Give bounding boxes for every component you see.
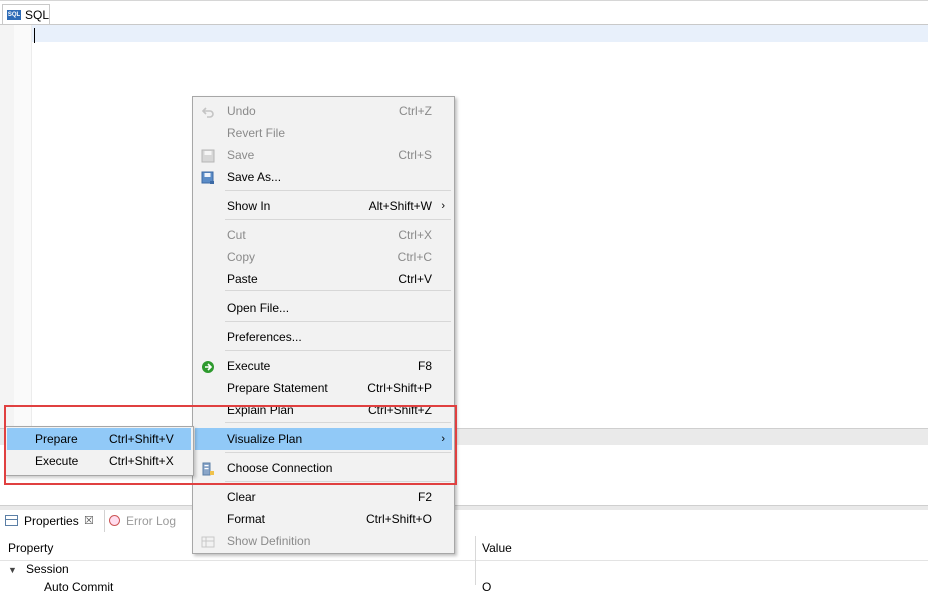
menu-item-prepare-statement[interactable]: Prepare Statement Ctrl+Shift+P — [195, 377, 452, 399]
menu-item-label: Undo — [227, 104, 256, 118]
menu-item-revert-file: Revert File — [195, 122, 452, 144]
menu-item-label: Preferences... — [227, 330, 302, 344]
submenu-item-execute[interactable]: Execute Ctrl+Shift+X — [7, 450, 191, 472]
menu-item-shortcut: F8 — [417, 359, 432, 373]
menu-item-label: Save As... — [227, 170, 282, 184]
menu-separator — [225, 321, 451, 322]
menu-item-paste[interactable]: Paste Ctrl+V — [195, 268, 452, 290]
save-icon — [201, 148, 215, 163]
menu-item-label: Paste — [227, 272, 258, 286]
menu-item-format[interactable]: Format Ctrl+Shift+O — [195, 508, 452, 530]
tree-group-session[interactable]: ▼ Session — [8, 562, 69, 576]
menu-item-label: Save — [227, 148, 255, 162]
visualize-plan-submenu: Prepare Ctrl+Shift+V Execute Ctrl+Shift+X — [4, 426, 194, 476]
save-as-icon — [201, 170, 215, 184]
tab-error-log-label: Error Log — [126, 514, 177, 528]
tab-properties[interactable]: Properties ☒ — [0, 510, 105, 532]
menu-item-show-in[interactable]: Show In Alt+Shift+W › — [195, 195, 452, 217]
menu-item-clear[interactable]: Clear F2 — [195, 486, 452, 508]
menu-item-label: Open File... — [227, 301, 290, 315]
menu-item-save: Save Ctrl+S — [195, 144, 452, 166]
submenu-item-label: Prepare — [35, 432, 78, 446]
column-separator[interactable] — [475, 536, 476, 585]
menu-item-label: Revert File — [227, 126, 286, 140]
menu-item-shortcut: Ctrl+Z — [399, 104, 432, 118]
property-row-value: O — [482, 580, 492, 594]
menu-item-show-definition: Show Definition — [195, 530, 452, 552]
context-menu: Undo Ctrl+Z Revert File Save Ctrl+S Save As..… — [192, 96, 455, 554]
text-caret — [34, 28, 35, 43]
menu-item-label: Prepare Statement — [227, 381, 328, 395]
sql-file-icon: SQL — [7, 10, 21, 20]
connection-icon — [201, 461, 215, 476]
menu-item-execute[interactable]: Execute F8 — [195, 355, 452, 377]
menu-item-label: Visualize Plan — [227, 432, 303, 446]
property-row-label: Auto Commit — [44, 580, 114, 594]
column-header-value[interactable]: Value — [482, 541, 512, 555]
menu-item-label: Format — [227, 512, 266, 526]
overview-ruler — [0, 25, 14, 429]
properties-table-header: Property Value — [0, 538, 928, 561]
menu-item-copy: Copy Ctrl+C — [195, 246, 452, 268]
menu-item-save-as[interactable]: Save As... — [195, 166, 452, 188]
chevron-right-icon: › — [441, 200, 445, 212]
submenu-item-label: Execute — [35, 454, 79, 468]
menu-item-label: Choose Connection — [227, 461, 333, 475]
tab-properties-label: Properties — [24, 514, 79, 528]
properties-view: Properties ☒ Error Log Property Value ▼ S… — [0, 510, 928, 594]
tree-group-label: Session — [26, 562, 69, 576]
menu-item-label: Copy — [227, 250, 256, 264]
menu-item-open-file[interactable]: Open File... — [195, 297, 452, 319]
error-log-icon — [109, 515, 120, 526]
menu-item-shortcut: F2 — [417, 490, 432, 504]
chevron-down-icon[interactable]: ▼ — [8, 565, 18, 575]
menu-item-shortcut: Ctrl+C — [397, 250, 432, 264]
menu-separator — [225, 452, 451, 453]
close-icon[interactable]: ☒ — [84, 510, 94, 532]
menu-item-choose-connection[interactable]: Choose Connection — [195, 457, 452, 479]
menu-item-shortcut: Ctrl+Shift+O — [365, 512, 432, 526]
column-header-property[interactable]: Property — [8, 541, 53, 555]
submenu-item-shortcut: Ctrl+Shift+X — [109, 454, 174, 468]
line-gutter — [14, 25, 32, 429]
menu-separator — [225, 219, 451, 220]
menu-item-shortcut: Ctrl+V — [398, 272, 432, 286]
menu-item-visualize-plan[interactable]: Visualize Plan › — [195, 428, 452, 450]
sql-editor[interactable] — [0, 24, 928, 429]
tab-error-log[interactable]: Error Log — [106, 510, 186, 532]
tab-sql-label: SQL — [25, 8, 50, 22]
menu-separator — [225, 350, 451, 351]
menu-item-label: Show Definition — [227, 534, 311, 548]
menu-separator — [225, 422, 451, 423]
menu-item-label: Explain Plan — [227, 403, 294, 417]
menu-item-cut: Cut Ctrl+X — [195, 224, 452, 246]
menu-item-undo: Undo Ctrl+Z — [195, 100, 452, 122]
properties-icon — [5, 515, 18, 526]
menu-separator — [225, 190, 451, 191]
menu-item-label: Show In — [227, 199, 271, 213]
editor-tab-strip: SQL SQL — [0, 0, 928, 26]
current-line-highlight — [32, 25, 928, 42]
submenu-item-prepare[interactable]: Prepare Ctrl+Shift+V — [7, 428, 191, 450]
menu-item-label: Clear — [227, 490, 256, 504]
menu-item-shortcut: Alt+Shift+W — [368, 199, 432, 213]
menu-separator — [225, 481, 451, 482]
menu-item-label: Execute — [227, 359, 271, 373]
menu-item-shortcut: Ctrl+X — [398, 228, 432, 242]
menu-item-preferences[interactable]: Preferences... — [195, 326, 452, 348]
menu-item-shortcut: Ctrl+Shift+Z — [367, 403, 432, 417]
menu-separator — [225, 290, 451, 291]
tab-sql[interactable]: SQL SQL — [2, 4, 50, 26]
menu-item-shortcut: Ctrl+Shift+P — [367, 381, 432, 395]
menu-item-shortcut: Ctrl+S — [398, 148, 432, 162]
menu-item-explain-plan[interactable]: Explain Plan Ctrl+Shift+Z — [195, 399, 452, 421]
execute-icon — [201, 359, 215, 373]
submenu-item-shortcut: Ctrl+Shift+V — [109, 432, 174, 446]
chevron-right-icon: › — [441, 433, 445, 445]
definition-icon — [201, 534, 215, 548]
undo-icon — [201, 104, 215, 118]
menu-item-label: Cut — [227, 228, 246, 242]
